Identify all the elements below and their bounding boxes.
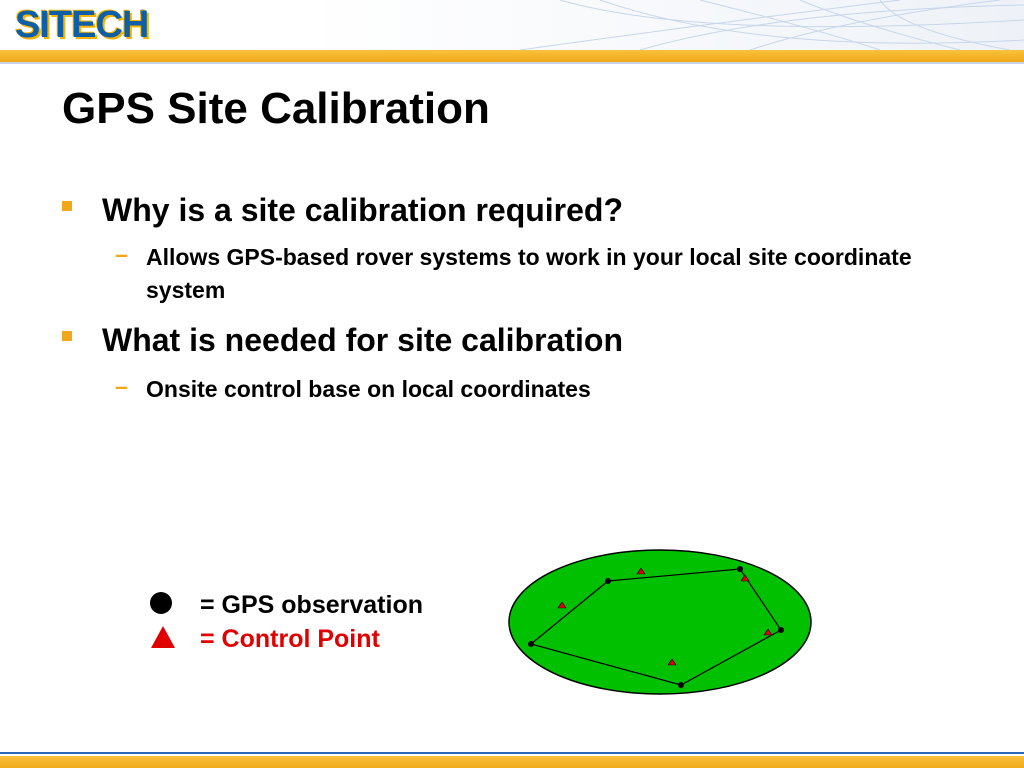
square-bullet-icon [62, 201, 72, 211]
footer-accent-band [0, 756, 1024, 768]
site-calibration-diagram [508, 549, 812, 695]
sub-bullet-text: Onsite control base on local coordinates [146, 376, 591, 402]
bullet-text: Why is a site calibration required? [102, 192, 624, 228]
site-area-ellipse [508, 549, 812, 695]
bullet-text: What is needed for site calibration [102, 322, 623, 358]
footer-divider [0, 752, 1024, 754]
trademark-mark: ® [140, 10, 146, 17]
header-globe-lines [519, 0, 1024, 50]
dash-bullet-icon: – [115, 373, 128, 399]
square-bullet-icon [62, 331, 72, 341]
gps-observation-point [778, 627, 784, 633]
slide-title: GPS Site Calibration [62, 84, 490, 133]
control-point-icon [151, 626, 175, 648]
dash-bullet-icon: – [115, 241, 128, 267]
sub-bullet-text: Allows GPS-based rover systems to work i… [146, 244, 912, 303]
sitech-logo: SITECH [15, 4, 149, 46]
gps-observation-point [528, 641, 534, 647]
legend-control-point: = Control Point [200, 625, 380, 653]
gps-observation-point [737, 566, 743, 572]
gps-observation-point [678, 682, 684, 688]
gps-observation-icon [150, 592, 172, 614]
gps-observation-point [605, 578, 611, 584]
header-bar: SITECH ® [0, 0, 1024, 50]
header-divider [0, 62, 1024, 64]
legend-gps-observation: = GPS observation [200, 591, 423, 619]
header-accent-band [0, 50, 1024, 62]
